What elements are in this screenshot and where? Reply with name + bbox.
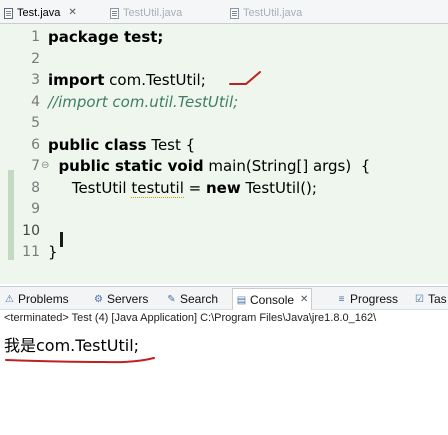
search-icon: ✎ <box>167 293 176 305</box>
code-line[interactable]: 11} <box>0 241 448 263</box>
tab-label: Servers <box>107 292 149 306</box>
code-line[interactable]: 7 ⊖ public static void main(String[] args… <box>0 155 448 177</box>
editor-tab-testutil-java-2[interactable]: TestUtil.java <box>230 3 302 23</box>
line-number: 5 <box>31 115 40 131</box>
text-cursor <box>60 232 63 247</box>
code-token: com.TestUtil; <box>104 71 206 89</box>
code-token: Test { <box>146 135 196 154</box>
tab-servers[interactable]: ⚙ Servers <box>93 289 148 309</box>
code-token: } <box>48 243 58 261</box>
line-number: 3 <box>31 72 40 88</box>
code-token: public class <box>48 135 147 154</box>
code-text: package test; <box>48 26 163 48</box>
code-text: TestUtil testutil = new TestUtil(); <box>48 177 317 199</box>
code-text: public static void main(String[] args) { <box>48 155 370 177</box>
code-token: testutil <box>131 178 184 198</box>
annotation-underline <box>5 357 155 364</box>
code-token: TestUtil <box>48 178 132 197</box>
line-number: 6 <box>31 136 40 153</box>
console-view[interactable]: <terminated> Test (4) [Java Application]… <box>0 310 448 435</box>
tab-label: Console <box>250 293 295 307</box>
line-number: 4 <box>31 93 40 110</box>
code-line[interactable]: 3 import com.TestUtil; <box>0 69 448 91</box>
tab-label: Tas <box>428 292 447 306</box>
code-text: import com.TestUtil; <box>48 69 206 91</box>
code-line[interactable]: 2 <box>0 48 448 70</box>
line-number: 10 <box>22 222 40 239</box>
tab-tasks[interactable]: ☑ Tas <box>414 289 447 309</box>
console-output: 我是com.TestUtil; <box>4 336 140 355</box>
close-icon[interactable]: ✕ <box>68 4 76 22</box>
line-number: 11 <box>22 244 40 260</box>
code-token: package test; <box>48 28 164 46</box>
code-line[interactable]: 8 TestUtil testutil = new TestUtil(); <box>0 177 448 199</box>
tab-problems[interactable]: ⚠ Problems <box>4 289 69 309</box>
code-token: main(String[] args) { <box>203 157 371 175</box>
code-text <box>48 220 58 242</box>
line-number: 7 <box>31 158 40 174</box>
line-number: 9 <box>31 201 40 217</box>
code-line[interactable]: 6 public class Test { <box>0 134 448 156</box>
tab-search[interactable]: ✎ Search <box>166 289 218 309</box>
annotation-stroke <box>229 71 261 85</box>
editor-tab-bar: Test.java ✕ TestUtil.java TestUtil.java <box>0 0 448 24</box>
tab-console[interactable]: ▤ Console ✕ <box>232 288 313 311</box>
code-token: = <box>183 178 206 197</box>
code-line[interactable]: 4 //import com.util.TestUtil; <box>0 91 448 113</box>
progress-icon: ≡ <box>338 293 345 305</box>
code-editor[interactable]: 1 package test; 2 3 import com.TestUtil; 4 //i… <box>0 24 448 296</box>
code-token: TestUtil(); <box>240 178 317 197</box>
editor-tab-test-java[interactable]: Test.java ✕ <box>4 3 77 23</box>
code-token: public static void <box>48 157 204 175</box>
code-token: new <box>205 178 241 197</box>
java-file-icon <box>4 7 13 19</box>
code-line[interactable]: 5 <box>0 112 448 134</box>
code-token: //import com.util.TestUtil; <box>48 92 239 111</box>
line-number: 8 <box>31 179 40 196</box>
console-terminated-status: <terminated> Test (4) [Java Application]… <box>4 312 377 324</box>
line-number: 1 <box>31 29 40 45</box>
code-token: import <box>48 71 105 89</box>
tab-label: Progress <box>350 292 399 306</box>
java-file-icon <box>110 7 119 19</box>
editor-tab-testutil-java-1[interactable]: TestUtil.java <box>110 3 182 23</box>
code-text: } <box>48 241 58 263</box>
code-text: //import com.util.TestUtil; <box>48 91 238 113</box>
code-line[interactable]: 1 package test; <box>0 26 448 48</box>
servers-icon: ⚙ <box>94 293 103 305</box>
java-file-icon <box>230 7 239 19</box>
console-icon: ▤ <box>236 294 247 306</box>
code-text: public class Test { <box>48 134 195 156</box>
close-icon[interactable]: ✕ <box>300 290 308 310</box>
views-tab-bar: ⚠ Problems ⚙ Servers ✎ Search ▤ Console … <box>0 286 448 311</box>
code-line[interactable]: 9 <box>0 198 448 220</box>
problems-icon: ⚠ <box>5 293 14 305</box>
tasks-icon: ☑ <box>415 293 424 305</box>
tab-progress[interactable]: ≡ Progress <box>336 289 398 309</box>
tab-label: Problems <box>18 292 69 306</box>
line-number: 2 <box>31 50 40 67</box>
editor-tab-label: TestUtil.java <box>243 7 303 19</box>
tab-label: Search <box>180 292 219 306</box>
editor-tab-label: TestUtil.java <box>123 7 183 19</box>
code-line[interactable]: 10 <box>0 220 448 242</box>
editor-tab-label: Test.java <box>17 7 61 19</box>
